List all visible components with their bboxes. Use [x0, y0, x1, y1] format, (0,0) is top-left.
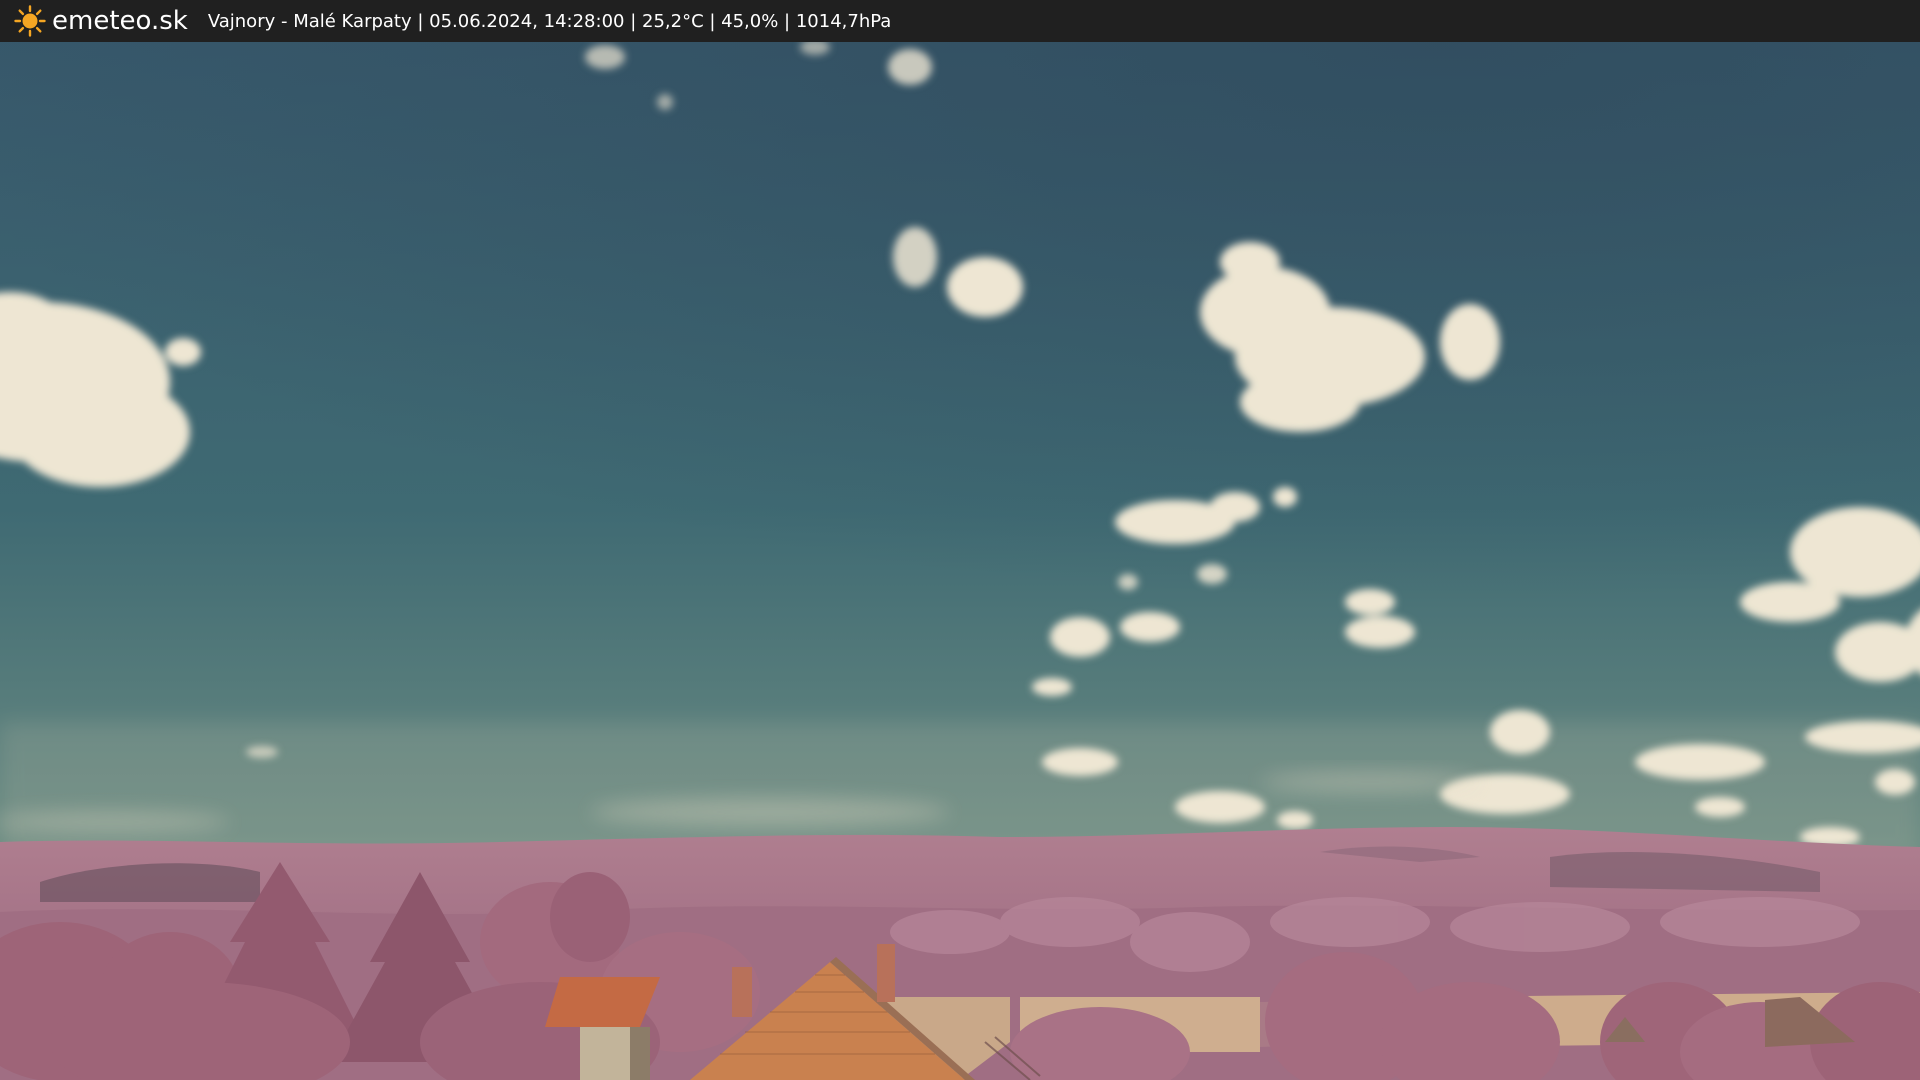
- webcam-caption: Vajnory - Malé Karpaty | 05.06.2024, 14:…: [207, 10, 892, 32]
- sun-icon: [14, 5, 46, 37]
- site-logo-link[interactable]: emeteo.sk: [14, 5, 188, 37]
- logo-text: emeteo.sk: [52, 6, 188, 36]
- webcam-image: [0, 42, 1920, 1080]
- header-bar: emeteo.sk Vajnory - Malé Karpaty | 05.06…: [0, 0, 1920, 42]
